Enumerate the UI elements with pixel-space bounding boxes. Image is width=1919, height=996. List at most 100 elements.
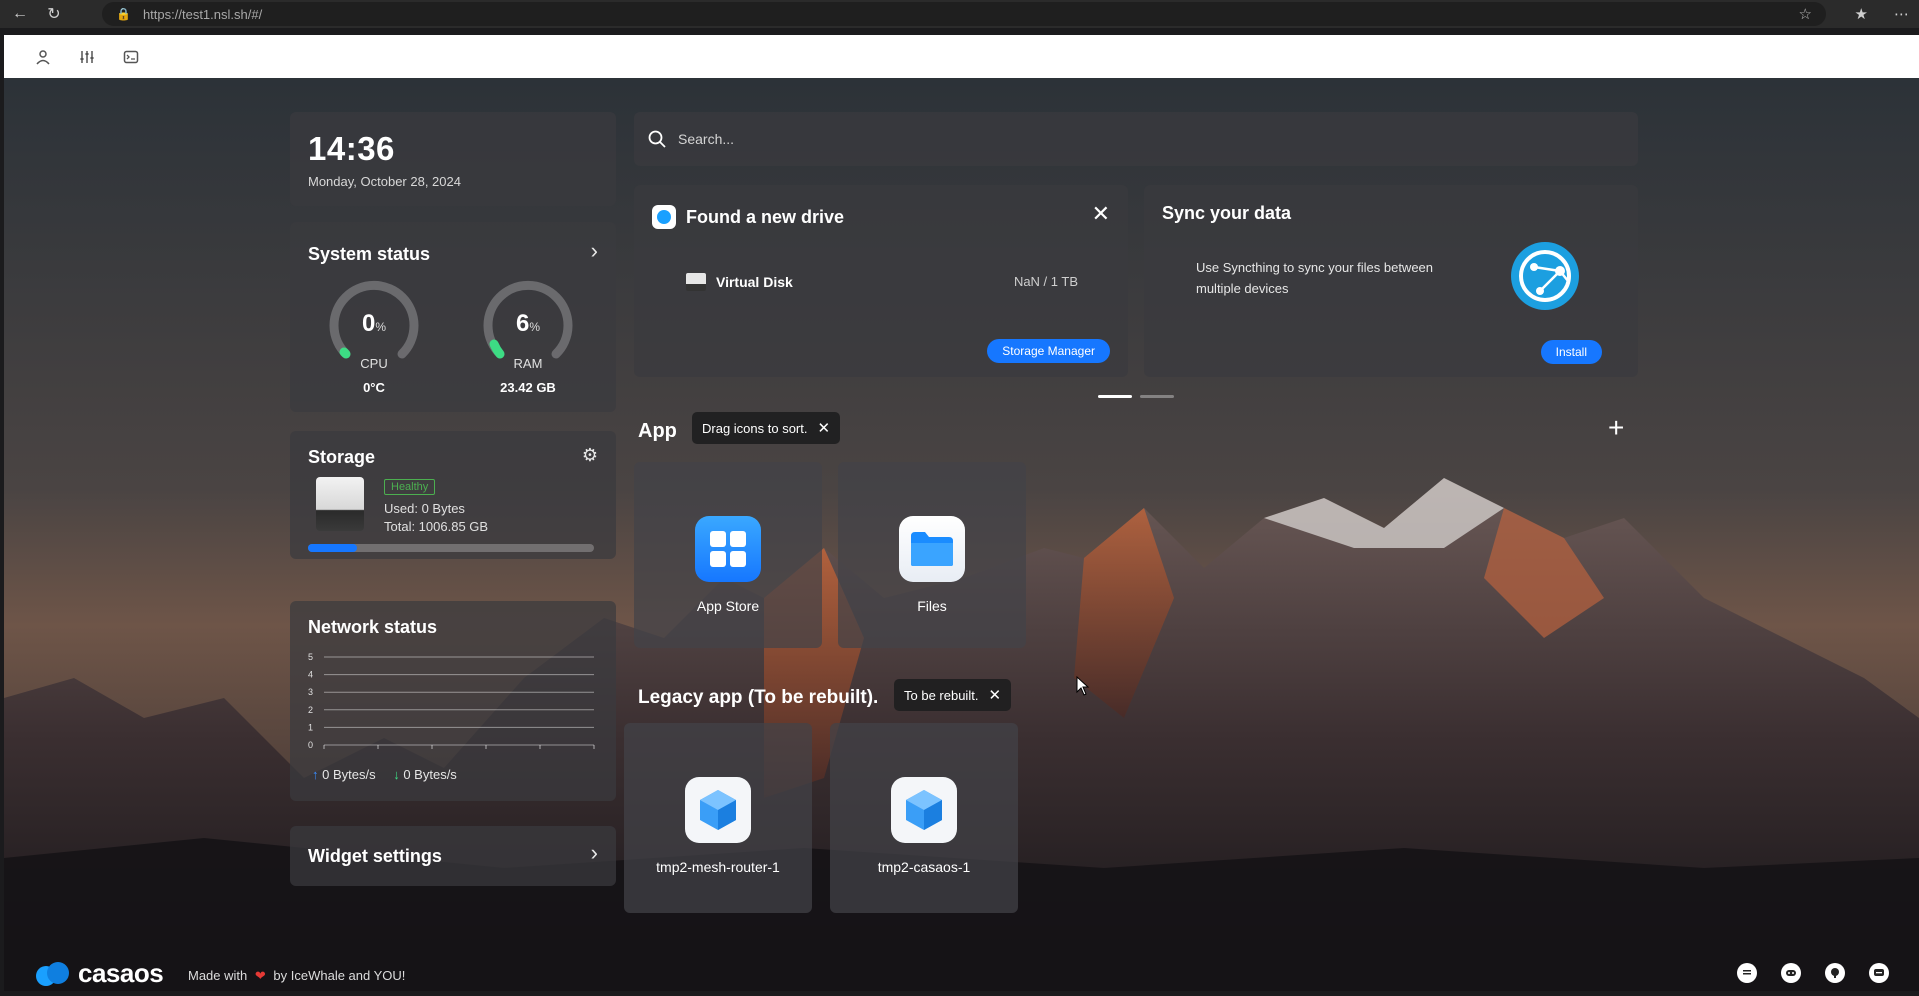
close-icon[interactable]: ✕ (1092, 201, 1110, 227)
app-name: tmp2-casaos-1 (877, 859, 971, 875)
rebuilt-tooltip-text: To be rebuilt. (904, 687, 979, 703)
drag-tooltip: Drag icons to sort. ✕ (692, 412, 841, 444)
brand[interactable]: casaos (34, 958, 164, 989)
clock-date: Monday, October 28, 2024 (308, 174, 461, 189)
search-bar[interactable] (634, 112, 1638, 166)
network-speeds: ↑ 0 Bytes/s ↓ 0 Bytes/s (312, 767, 457, 782)
settings-sliders-icon[interactable] (78, 48, 96, 66)
app-name: App Store (696, 598, 760, 614)
github-icon[interactable] (1825, 963, 1845, 983)
chat-icon[interactable] (1737, 963, 1757, 983)
folder-icon (911, 532, 953, 566)
made-with-text: Made with (188, 968, 248, 983)
container-icon (685, 777, 751, 843)
status-badge: Healthy (384, 479, 436, 495)
url-text[interactable]: https://test1.nsl.sh/#/ (143, 7, 262, 22)
address-bar[interactable]: 🔒 https://test1.nsl.sh/#/ ☆ (102, 2, 1826, 26)
close-icon[interactable]: ✕ (988, 686, 1001, 704)
brand-name: casaos (78, 958, 164, 988)
new-drive-card: Found a new drive ✕ Virtual Disk NaN / 1… (634, 185, 1128, 377)
search-input[interactable] (678, 131, 1578, 147)
back-icon[interactable]: ← (6, 0, 34, 28)
storage-manager-button[interactable]: Storage Manager (987, 339, 1110, 363)
network-chart-svg: 5 4 3 2 1 0 (308, 652, 595, 750)
download-speed: 0 Bytes/s (403, 767, 457, 782)
widget-settings[interactable]: Widget settings › (290, 826, 616, 886)
storage-usage-fill (308, 544, 357, 552)
files-icon (899, 516, 965, 582)
y-tick-label: 1 (308, 722, 313, 732)
storage-total: Total: 1006.85 GB (384, 519, 489, 534)
terminal-icon[interactable] (122, 48, 140, 66)
browser-chrome: ← ↻ 🔒 https://test1.nsl.sh/#/ ☆ ★ ⋯ (0, 0, 1919, 28)
y-tick-label: 5 (308, 652, 313, 662)
network-widget: Network status 5 4 3 2 1 0 ↑ 0 Bytes/s ↓ 0 By… (290, 601, 616, 801)
forum-icon[interactable] (1869, 963, 1889, 983)
reload-icon[interactable]: ↻ (40, 0, 68, 28)
app-name: Files (917, 598, 947, 614)
legacy-section-title: Legacy app (To be rebuilt). (638, 687, 879, 708)
install-button[interactable]: Install (1540, 340, 1602, 364)
clock-widget: 14:36 Monday, October 28, 2024 (290, 112, 616, 206)
y-tick-label: 2 (308, 705, 313, 715)
upload-speed: 0 Bytes/s (322, 767, 376, 782)
casaos-logo-icon (652, 205, 676, 229)
app-tile-files[interactable]: Files (838, 462, 1026, 648)
logo-dot (657, 210, 671, 224)
favorites-icon[interactable]: ★ (1855, 5, 1868, 23)
discord-icon[interactable] (1781, 963, 1801, 983)
cpu-gauge: 0% CPU 0°C (326, 278, 422, 395)
system-status-title: System status (308, 244, 431, 264)
cube-icon (700, 790, 736, 830)
app-tile-app-store[interactable]: App Store (634, 462, 822, 648)
storage-used: Used: 0 Bytes (384, 501, 465, 516)
cpu-unit: % (375, 320, 387, 334)
made-with: Made with ❤ by IceWhale and YOU! (188, 968, 405, 984)
cpu-value: 0 (361, 310, 376, 337)
network-chart: 5 4 3 2 1 0 (308, 651, 598, 751)
search-icon (648, 130, 666, 148)
carousel-indicator[interactable] (1140, 395, 1174, 398)
app-section-title: App (638, 420, 677, 442)
gear-icon[interactable]: ⚙ (582, 445, 598, 466)
app-tile-tmp2-mesh-router-1[interactable]: tmp2-mesh-router-1 (624, 723, 812, 913)
upload-arrow-icon: ↑ (312, 767, 319, 782)
sync-card: Sync your data Use Syncthing to sync you… (1144, 185, 1638, 377)
add-app-icon[interactable]: + (1608, 412, 1624, 444)
app-store-icon (695, 516, 761, 582)
storage-widget: Storage ⚙ Healthy Used: 0 Bytes Total: 1… (290, 431, 616, 559)
carousel-indicator-active[interactable] (1098, 395, 1132, 398)
cube-icon (906, 790, 942, 830)
user-icon[interactable] (34, 48, 52, 66)
lock-icon: 🔒 (116, 7, 131, 21)
rebuilt-tooltip: To be rebuilt. ✕ (894, 679, 1012, 711)
storage-badge-wrap: Healthy (384, 477, 436, 495)
ram-unit: % (529, 320, 541, 334)
desktop: 14:36 Monday, October 28, 2024 System st… (4, 78, 1919, 991)
new-drive-title: Found a new drive (686, 207, 845, 227)
y-tick-label: 4 (308, 670, 313, 680)
network-title: Network status (308, 617, 438, 637)
grid-icon (710, 531, 746, 567)
clock-time: 14:36 (308, 130, 395, 167)
casaos-logo-icon (36, 961, 69, 986)
more-icon[interactable]: ⋯ (1894, 5, 1909, 23)
drive-name: Virtual Disk (716, 274, 793, 290)
sync-description: Use Syncthing to sync your files between… (1196, 260, 1434, 296)
ram-value: 6 (515, 310, 530, 337)
chevron-right-icon[interactable]: › (591, 840, 598, 866)
top-toolbar (4, 35, 1919, 78)
syncthing-icon (1511, 242, 1579, 310)
mouse-cursor-icon (1076, 676, 1090, 696)
ram-size: 23.42 GB (500, 380, 556, 395)
cpu-value-wrap: 0% (326, 310, 422, 338)
drive-size: NaN / 1 TB (1013, 274, 1078, 289)
close-icon[interactable]: ✕ (818, 419, 831, 437)
app-tile-tmp2-casaos-1[interactable]: tmp2-casaos-1 (830, 723, 1018, 913)
y-tick-label: 0 (308, 740, 313, 750)
y-tick-label: 3 (308, 687, 313, 697)
star-icon[interactable]: ☆ (1799, 5, 1812, 23)
container-icon (891, 777, 957, 843)
chevron-right-icon[interactable]: › (591, 238, 598, 264)
heart-icon: ❤ (254, 968, 266, 983)
